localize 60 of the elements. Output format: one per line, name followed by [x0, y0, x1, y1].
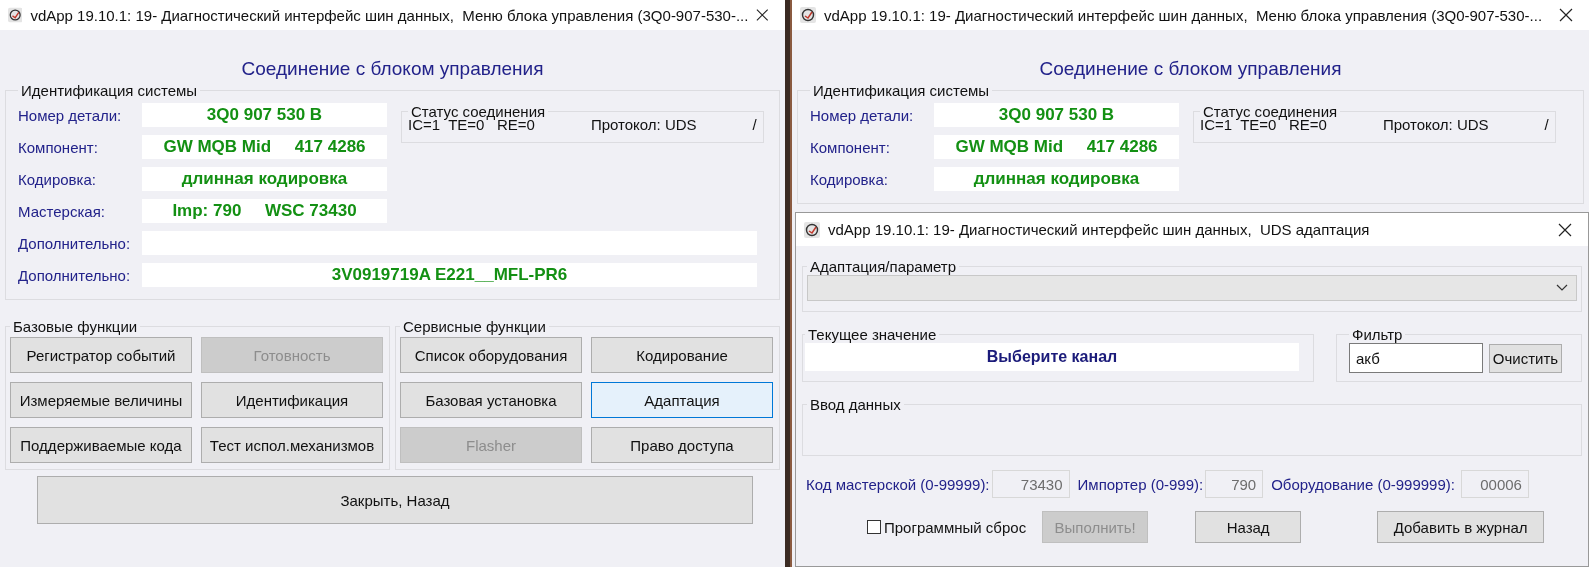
- field-label: Номер детали:: [810, 106, 915, 124]
- field-label: Оборудование (0-999999):: [1271, 475, 1455, 493]
- group-title: Базовые функции: [12, 318, 139, 335]
- value-field: длинная кодировка: [142, 167, 387, 191]
- window-title: vdApp 19.10.1: 19- Диагностический интерфейс шин данных, Меню блока управления (3Q0-907-530-...: [30, 6, 749, 24]
- group-title: Ввод данных: [809, 396, 902, 413]
- section-heading: Соединение с блоком управления: [1038, 58, 1343, 81]
- value-field: 3Q0 907 530 B: [934, 103, 1179, 127]
- group-title: Статус соединения: [410, 103, 547, 120]
- protocol-text: Протокол: UDS: [590, 116, 697, 133]
- field-label: Дополнительно:: [18, 234, 132, 252]
- function-button[interactable]: Тест испол.механизмов: [201, 427, 383, 463]
- dialog-button[interactable]: Добавить в журнал: [1377, 511, 1545, 543]
- close-back-button[interactable]: Закрыть, Назад: [37, 476, 753, 524]
- function-button[interactable]: Адаптация: [591, 382, 773, 418]
- group-title: Адаптация/параметр: [809, 258, 958, 275]
- field-label: Дополнительно:: [18, 266, 132, 284]
- field-label: Импортер (0-999):: [1077, 475, 1204, 493]
- value-field: 3V0919719A E221__MFL-PR6: [142, 263, 757, 287]
- function-button[interactable]: Регистратор событий: [10, 337, 192, 373]
- field-label: Код мастерской (0-99999):: [806, 475, 990, 493]
- field-label: Кодировка:: [810, 170, 889, 188]
- function-button[interactable]: Право доступа: [591, 427, 773, 463]
- function-button[interactable]: Список оборудования: [400, 337, 582, 373]
- status-indicator: /: [752, 116, 757, 133]
- window-title: vdApp 19.10.1: 19- Диагностический интерфейс шин данных, UDS адаптация: [828, 221, 1371, 238]
- field-label: Компонент:: [810, 138, 891, 156]
- field-label: Компонент:: [18, 138, 99, 156]
- group-title: Фильтр: [1351, 326, 1404, 343]
- group-title: Текущее значение: [807, 326, 938, 343]
- function-button[interactable]: Поддерживаемые кода: [10, 427, 192, 463]
- status-indicator: /: [1544, 116, 1549, 133]
- dialog-button[interactable]: Назад: [1195, 511, 1302, 543]
- function-button[interactable]: Базовая установка: [400, 382, 582, 418]
- group-title: Идентификация системы: [20, 82, 199, 99]
- chevron-down-icon: [1556, 284, 1568, 292]
- field-label: Кодировка:: [18, 170, 97, 188]
- window-title: vdApp 19.10.1: 19- Диагностический интерфейс шин данных, Меню блока управления (3Q0-907-530-...: [824, 6, 1544, 24]
- value-field: Imp: 790 WSC 73430: [142, 199, 387, 223]
- group-title: Статус соединения: [1202, 103, 1339, 120]
- group-title: Идентификация системы: [812, 82, 991, 99]
- value-field: GW MQB Mid 417 4286: [934, 135, 1179, 159]
- field-label: Мастерская:: [18, 202, 106, 220]
- value-field: длинная кодировка: [934, 167, 1179, 191]
- close-icon[interactable]: [1559, 8, 1573, 22]
- value-field: 3Q0 907 530 B: [142, 103, 387, 127]
- reset-checkbox[interactable]: Программный сброс: [867, 518, 1027, 536]
- current-value-field: Выберите канал: [805, 343, 1299, 371]
- function-button[interactable]: Идентификация: [201, 382, 383, 418]
- function-button[interactable]: Измеряемые величины: [10, 382, 192, 418]
- close-icon[interactable]: [1558, 222, 1572, 237]
- function-button[interactable]: Кодирование: [591, 337, 773, 373]
- group-title: Сервисные функции: [402, 318, 547, 335]
- protocol-text: Протокол: UDS: [1382, 116, 1489, 133]
- field-label: Номер детали:: [18, 106, 123, 124]
- close-icon[interactable]: [756, 8, 769, 22]
- filter-field[interactable]: акб: [1349, 343, 1483, 373]
- value-field: GW MQB Mid 417 4286: [142, 135, 387, 159]
- clear-button[interactable]: Очистить: [1489, 343, 1562, 373]
- section-heading: Соединение с блоком управления: [240, 58, 545, 81]
